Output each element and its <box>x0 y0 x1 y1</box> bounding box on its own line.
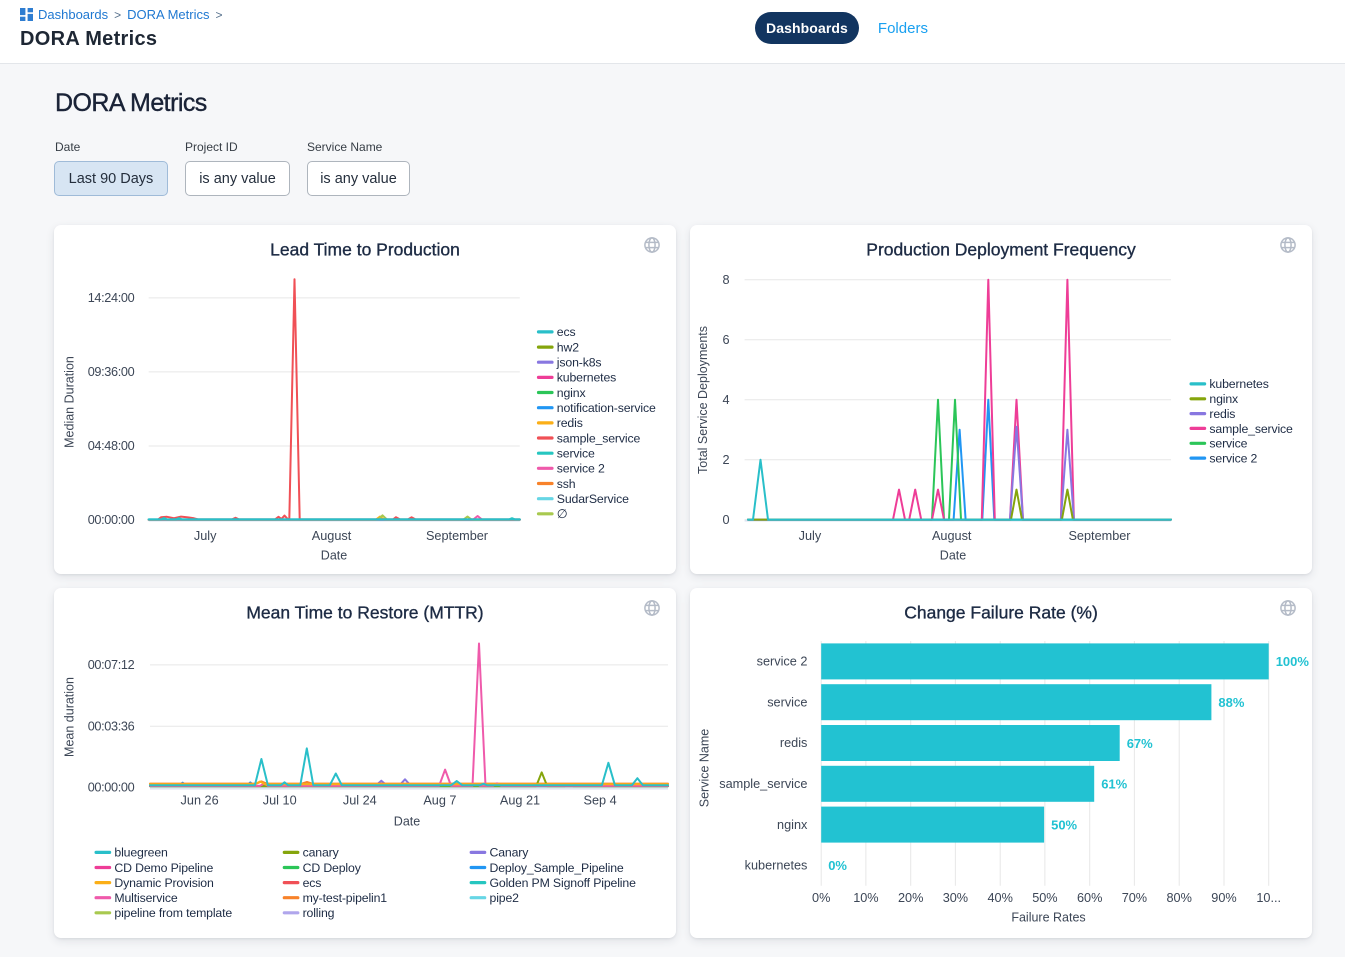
svg-text:40%: 40% <box>987 891 1012 905</box>
svg-text:json-k8s: json-k8s <box>556 356 602 370</box>
svg-text:∅: ∅ <box>557 507 568 521</box>
svg-text:ssh: ssh <box>557 477 576 491</box>
svg-text:Aug 21: Aug 21 <box>500 794 540 808</box>
svg-text:service: service <box>767 695 807 709</box>
svg-text:Date: Date <box>394 815 420 829</box>
svg-text:6: 6 <box>722 333 729 347</box>
svg-text:Jul 10: Jul 10 <box>263 794 297 808</box>
svg-text:redis: redis <box>780 736 808 750</box>
svg-text:88%: 88% <box>1218 695 1244 710</box>
svg-text:Deploy_Sample_Pipeline: Deploy_Sample_Pipeline <box>490 861 624 875</box>
svg-text:70%: 70% <box>1122 891 1147 905</box>
svg-text:Change Failure Rate (%): Change Failure Rate (%) <box>904 603 1098 623</box>
svg-text:04:48:00: 04:48:00 <box>88 439 135 453</box>
svg-text:Sep 4: Sep 4 <box>584 794 617 808</box>
svg-text:service: service <box>557 447 595 461</box>
svg-text:Failure Rates: Failure Rates <box>1011 911 1085 925</box>
svg-text:2: 2 <box>722 453 729 467</box>
svg-text:CD Demo Pipeline: CD Demo Pipeline <box>114 861 213 875</box>
svg-text:0: 0 <box>722 513 729 527</box>
svg-text:09:36:00: 09:36:00 <box>88 365 135 379</box>
svg-text:Date: Date <box>940 548 966 562</box>
svg-text:redis: redis <box>557 416 583 430</box>
svg-text:Mean Time to Restore (MTTR): Mean Time to Restore (MTTR) <box>246 603 483 623</box>
svg-text:redis: redis <box>1209 407 1235 421</box>
svg-text:kubernetes: kubernetes <box>1209 377 1268 391</box>
svg-text:service 2: service 2 <box>557 462 605 476</box>
svg-text:0%: 0% <box>828 858 847 873</box>
svg-text:August: August <box>312 529 352 543</box>
svg-text:July: July <box>799 529 822 543</box>
svg-text:50%: 50% <box>1032 891 1057 905</box>
svg-text:Multiservice: Multiservice <box>114 891 177 905</box>
svg-text:50%: 50% <box>1051 817 1077 832</box>
svg-text:sample_service: sample_service <box>719 777 807 791</box>
svg-text:pipe2: pipe2 <box>490 891 520 905</box>
svg-text:pipeline from template: pipeline from template <box>114 906 232 920</box>
svg-text:00:00:00: 00:00:00 <box>88 513 135 527</box>
svg-text:sample_service: sample_service <box>557 431 641 445</box>
svg-text:80%: 80% <box>1166 891 1191 905</box>
svg-text:Dynamic Provision: Dynamic Provision <box>114 876 214 890</box>
svg-text:notification-service: notification-service <box>557 401 656 415</box>
svg-text:service 2: service 2 <box>757 655 808 669</box>
svg-text:Date: Date <box>321 548 347 562</box>
svg-text:Lead Time to Production: Lead Time to Production <box>270 240 460 260</box>
svg-text:hw2: hw2 <box>557 340 579 354</box>
svg-text:canary: canary <box>303 846 340 860</box>
svg-text:Service Name: Service Name <box>698 729 712 808</box>
svg-text:67%: 67% <box>1127 736 1153 751</box>
svg-text:20%: 20% <box>898 891 923 905</box>
svg-text:July: July <box>194 529 217 543</box>
svg-text:rolling: rolling <box>303 906 335 920</box>
svg-text:90%: 90% <box>1211 891 1236 905</box>
svg-text:00:00:00: 00:00:00 <box>88 781 135 795</box>
svg-text:service 2: service 2 <box>1209 451 1257 465</box>
svg-text:September: September <box>1068 529 1131 543</box>
svg-text:Production Deployment Frequenc: Production Deployment Frequency <box>866 240 1136 260</box>
svg-text:bluegreen: bluegreen <box>114 846 168 860</box>
svg-text:service: service <box>1209 437 1247 451</box>
svg-text:nginx: nginx <box>557 386 587 400</box>
svg-text:SudarService: SudarService <box>557 492 629 506</box>
svg-text:10...: 10... <box>1256 891 1281 905</box>
svg-text:nginx: nginx <box>777 818 808 832</box>
svg-text:14:24:00: 14:24:00 <box>88 291 135 305</box>
svg-text:kubernetes: kubernetes <box>557 371 616 385</box>
svg-text:Mean duration: Mean duration <box>63 677 77 757</box>
svg-text:ecs: ecs <box>303 876 322 890</box>
svg-text:00:03:36: 00:03:36 <box>88 719 135 733</box>
svg-text:61%: 61% <box>1101 777 1127 792</box>
svg-text:10%: 10% <box>853 891 878 905</box>
svg-text:60%: 60% <box>1077 891 1102 905</box>
svg-text:00:07:12: 00:07:12 <box>88 658 135 672</box>
svg-text:August: August <box>932 529 972 543</box>
svg-text:CD Deploy: CD Deploy <box>303 861 362 875</box>
svg-text:September: September <box>426 529 489 543</box>
svg-text:sample_service: sample_service <box>1209 422 1293 436</box>
svg-text:Jul 24: Jul 24 <box>343 794 377 808</box>
svg-text:Canary: Canary <box>490 846 530 860</box>
svg-text:Aug 7: Aug 7 <box>423 794 456 808</box>
svg-text:my-test-pipelin1: my-test-pipelin1 <box>303 891 388 905</box>
svg-text:ecs: ecs <box>557 325 576 339</box>
svg-text:Median Duration: Median Duration <box>63 356 77 448</box>
svg-text:Golden PM Signoff Pipeline: Golden PM Signoff Pipeline <box>490 876 637 890</box>
svg-text:4: 4 <box>722 393 729 407</box>
svg-text:100%: 100% <box>1276 654 1310 669</box>
svg-text:30%: 30% <box>943 891 968 905</box>
svg-text:8: 8 <box>722 273 729 287</box>
svg-text:kubernetes: kubernetes <box>745 859 808 873</box>
svg-text:Total Service Deployments: Total Service Deployments <box>696 326 710 474</box>
svg-text:nginx: nginx <box>1209 392 1239 406</box>
svg-text:Jun 26: Jun 26 <box>181 794 219 808</box>
svg-text:0%: 0% <box>812 891 830 905</box>
